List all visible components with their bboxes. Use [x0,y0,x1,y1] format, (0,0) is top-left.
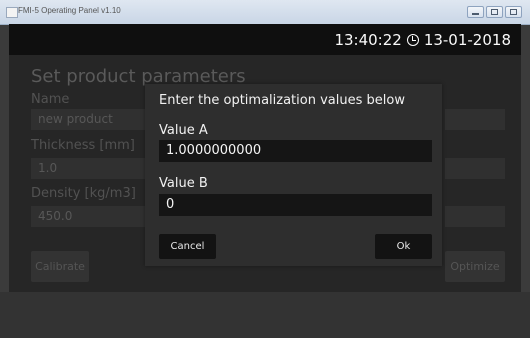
window-controls [467,6,522,18]
thickness-field[interactable]: 1.0 [31,158,149,179]
bottom-strip [0,292,530,338]
clock: 13:40:22 13-01-2018 [334,31,511,49]
right-field-3[interactable] [445,206,505,227]
optimize-button[interactable]: Optimize [445,251,505,282]
minimize-icon [472,13,479,15]
name-field[interactable]: new product [31,109,149,130]
close-icon [510,9,517,15]
right-field-1[interactable] [445,109,505,130]
ok-button[interactable]: Ok [375,234,432,259]
minimize-button[interactable] [467,6,484,18]
header-bar: 13:40:22 13-01-2018 [9,24,521,55]
calibrate-button[interactable]: Calibrate [31,251,89,282]
density-label: Density [kg/m3] [31,186,136,201]
right-field-2[interactable] [445,158,505,179]
date-text: 13-01-2018 [423,31,511,49]
value-b-input[interactable]: 0 [159,194,432,216]
value-b-label: Value B [159,176,208,191]
density-field[interactable]: 450.0 [31,206,149,227]
maximize-icon [491,9,498,15]
value-a-input[interactable]: 1.0000000000 [159,140,432,162]
value-a-label: Value A [159,123,208,138]
close-button[interactable] [505,6,522,18]
app-icon [6,7,18,18]
cancel-button[interactable]: Cancel [159,234,216,259]
dialog-title: Enter the optimalization values below [159,93,405,108]
window-title: FMI-5 Operating Panel v1.10 [18,6,121,15]
thickness-label: Thickness [mm] [31,138,135,153]
optimization-dialog: Enter the optimalization values below Va… [145,84,442,266]
maximize-button[interactable] [486,6,503,18]
window-titlebar: FMI-5 Operating Panel v1.10 [0,0,530,25]
time-text: 13:40:22 [334,31,402,49]
clock-icon [406,34,419,46]
name-label: Name [31,92,70,107]
